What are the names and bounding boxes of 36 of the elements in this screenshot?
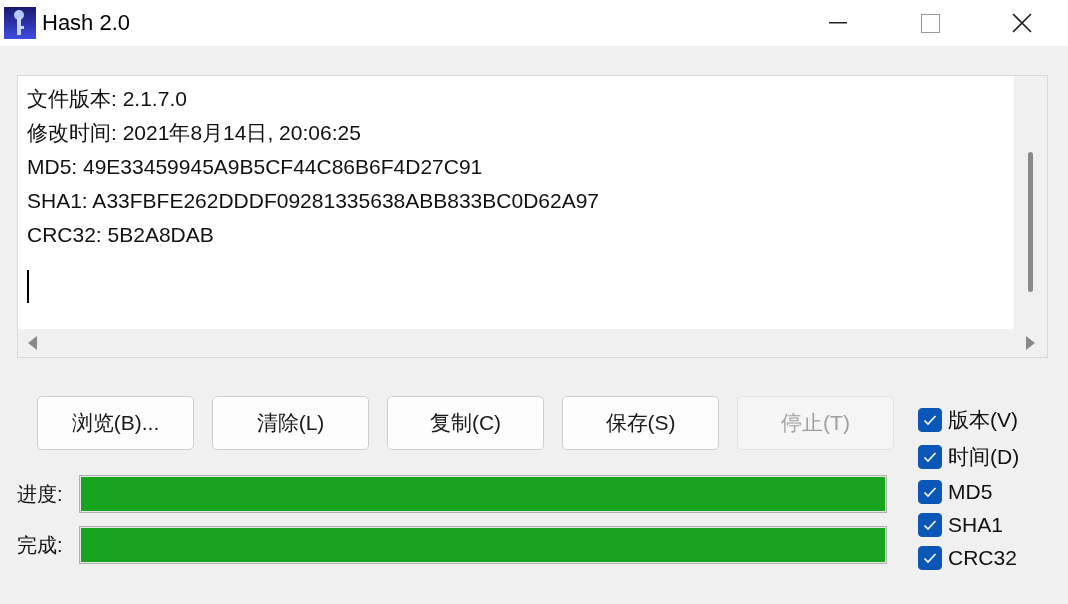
action-button[interactable]: 清除(L) [212,396,369,450]
checkmark-icon [923,414,937,426]
action-button[interactable]: 复制(C) [387,396,544,450]
checkbox[interactable] [918,445,942,469]
scroll-left-icon[interactable] [28,336,37,350]
window-title: Hash 2.0 [42,10,132,36]
minimize-icon[interactable] [829,22,847,24]
checkmark-icon [923,486,937,498]
scroll-right-icon[interactable] [1026,336,1035,350]
checkbox[interactable] [918,408,942,432]
checkmark-icon [923,519,937,531]
checkmark-icon [923,552,937,564]
checkbox[interactable] [918,513,942,537]
checkbox[interactable] [918,480,942,504]
checkbox-label: CRC32 [948,546,1017,570]
key-icon [4,7,36,39]
text-cursor [27,270,29,303]
checkbox-label: MD5 [948,480,993,504]
action-button[interactable]: 浏览(B)... [37,396,194,450]
checkbox[interactable] [918,546,942,570]
progress-label: 进度: [17,481,64,507]
checkbox-label: SHA1 [948,513,1003,537]
output-line: SHA1: A33FBFE262DDDF09281335638ABB833BC0D62A97 [27,188,601,214]
output-line: CRC32: 5B2A8DAB [27,222,215,248]
checkmark-icon [923,451,937,463]
progress-label: 完成: [17,532,64,558]
checkbox-label: 版本(V) [948,407,1018,433]
scroll-thumb[interactable] [1028,152,1033,292]
output-text-area[interactable]: 文件版本: 2.1.7.0 修改时间: 2021年8月14日, 20:06:25 MD5: 49E33459945A9B5CF44C86B6F4D27C91 SHA1: A33FBFE262DDDF09281335638ABB833BC0D62A97 CRC32: 5B2A8DAB [17,75,1048,358]
maximize-icon[interactable] [920,13,940,33]
action-button[interactable]: 保存(S) [562,396,719,450]
output-line: 文件版本: 2.1.7.0 [27,86,188,112]
output-line: MD5: 49E33459945A9B5CF44C86B6F4D27C91 [27,154,484,180]
output-line: 修改时间: 2021年8月14日, 20:06:25 [27,120,362,146]
checkbox-label: 时间(D) [948,444,1020,470]
close-icon[interactable] [1012,13,1032,33]
